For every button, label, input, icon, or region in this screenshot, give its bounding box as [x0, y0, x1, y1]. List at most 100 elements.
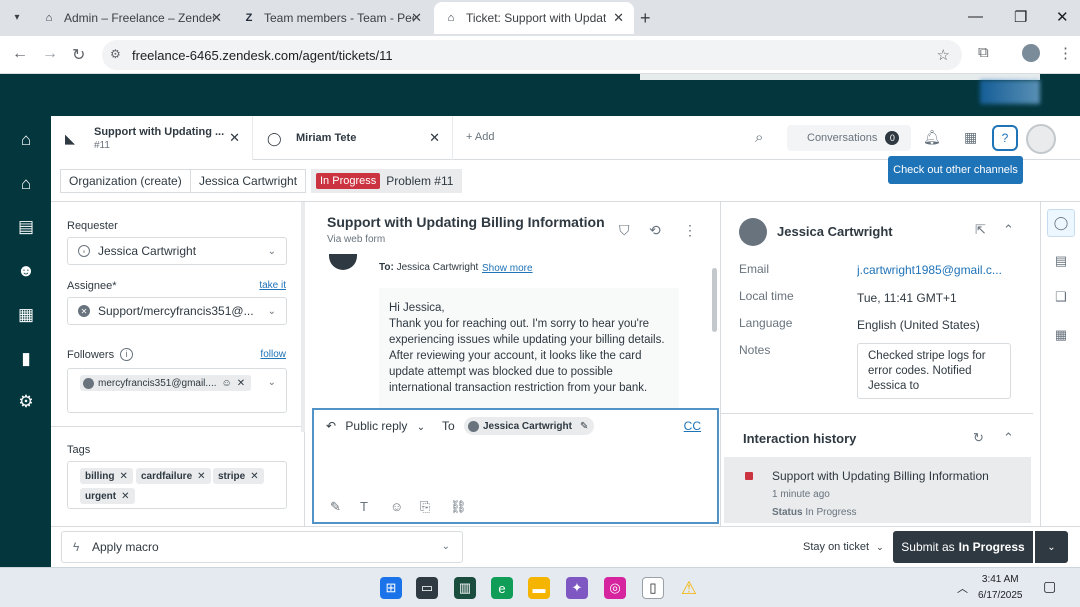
submit-options-button[interactable]: ⌄: [1035, 531, 1068, 563]
task-view-icon[interactable]: ▭: [416, 577, 438, 599]
assignee-select[interactable]: ✕ Support/mercyfrancis351@... ⌄: [67, 297, 287, 325]
close-icon[interactable]: ✕: [429, 130, 440, 146]
filter-icon[interactable]: ⛉: [619, 222, 630, 239]
requester-crumb[interactable]: Jessica Cartwright: [190, 169, 307, 193]
remove-icon[interactable]: ✕: [237, 378, 245, 389]
widgets-icon[interactable]: ▥: [454, 577, 476, 599]
history-item[interactable]: Support with Updating Billing Informatio…: [724, 457, 1031, 523]
conversations-button[interactable]: Conversations 0: [787, 125, 911, 151]
customer-context-icon[interactable]: ◯: [1047, 209, 1075, 237]
back-icon[interactable]: ←: [12, 45, 28, 63]
chevron-up-icon[interactable]: ⌃: [1003, 430, 1014, 446]
recipient-chip[interactable]: Jessica Cartwright ✎: [464, 417, 595, 435]
take-it-link[interactable]: take it: [259, 280, 286, 291]
link-icon[interactable]: ⛓: [450, 499, 467, 515]
close-icon[interactable]: ✕: [411, 10, 422, 26]
home-icon[interactable]: ⌂: [16, 174, 36, 194]
tag-chip[interactable]: billing ✕: [80, 468, 133, 484]
instagram-icon[interactable]: ◎: [604, 577, 626, 599]
remove-icon[interactable]: ✕: [197, 471, 205, 482]
close-icon[interactable]: ✕: [229, 130, 240, 146]
url-field[interactable]: ⚙ freelance-6465.zendesk.com/agent/ticke…: [102, 40, 962, 70]
organizations-icon[interactable]: ▦: [16, 305, 36, 325]
user-tab[interactable]: ◯ Miriam Tete ✕: [253, 116, 453, 160]
attachment-icon[interactable]: ⎘: [420, 499, 430, 515]
clear-icon[interactable]: ✕: [78, 305, 90, 317]
history-icon[interactable]: ⟲: [649, 222, 661, 239]
apps-grid-icon[interactable]: ▦: [1047, 321, 1075, 349]
ticket-tab[interactable]: ◣ Support with Updating ... #11 ✕: [51, 116, 253, 160]
knowledge-icon[interactable]: ▤: [1047, 247, 1075, 275]
tab-search-icon[interactable]: ▾: [6, 6, 28, 28]
new-tab-button[interactable]: +: [640, 8, 651, 29]
close-icon[interactable]: ✕: [211, 10, 222, 26]
scrollbar[interactable]: [301, 202, 305, 432]
admin-gear-icon[interactable]: ⚙: [16, 392, 36, 412]
file-explorer-icon[interactable]: ▬: [528, 577, 550, 599]
notification-center-icon[interactable]: ▢: [1043, 578, 1056, 595]
agent-avatar[interactable]: [1026, 124, 1056, 154]
extensions-icon[interactable]: ⧉: [978, 44, 989, 61]
reply-type-dropdown[interactable]: ↶ Public reply ⌄: [326, 419, 425, 433]
follow-link[interactable]: follow: [260, 349, 286, 360]
forward-icon[interactable]: →: [42, 45, 58, 63]
submit-button[interactable]: Submit as In Progress: [893, 531, 1033, 563]
start-icon[interactable]: ⊞: [380, 577, 402, 599]
more-options-icon[interactable]: ⋮: [683, 222, 697, 239]
chevron-up-icon[interactable]: ︿: [957, 580, 968, 596]
text-format-icon[interactable]: T: [360, 499, 368, 514]
conversations-icon[interactable]: ❑: [1047, 283, 1075, 311]
emoji-icon[interactable]: ☺: [390, 499, 403, 514]
follower-chip[interactable]: mercyfrancis351@gmail.... ☺ ✕: [80, 375, 252, 391]
customers-icon[interactable]: ☻: [16, 261, 36, 281]
bookmark-star-icon[interactable]: ☆: [937, 46, 950, 64]
restore-icon[interactable]: ❐: [1014, 8, 1027, 26]
system-clock[interactable]: 3:41 AM 6/17/2025: [978, 572, 1023, 604]
minimize-icon[interactable]: —: [968, 8, 983, 25]
add-tab-button[interactable]: + Add: [466, 131, 494, 143]
more-menu-icon[interactable]: ⋮: [1058, 44, 1073, 62]
tag-chip[interactable]: cardfailure ✕: [136, 468, 211, 484]
close-window-icon[interactable]: ✕: [1056, 8, 1069, 26]
notepad-icon[interactable]: ▯: [642, 577, 664, 599]
tag-chip[interactable]: stripe ✕: [213, 468, 264, 484]
close-icon[interactable]: ✕: [613, 10, 624, 26]
browser-tab-ticket[interactable]: ⌂ Ticket: Support with Updating Billing …: [434, 2, 634, 34]
compose-icon[interactable]: ✎: [330, 499, 341, 515]
product-tray-icon[interactable]: ▦: [964, 129, 977, 146]
customer-name[interactable]: Jessica Cartwright: [777, 224, 893, 239]
stay-on-ticket-dropdown[interactable]: Stay on ticket ⌄: [803, 541, 884, 553]
browser-tab-team-members[interactable]: Z Team members - Team - People ✕: [232, 2, 432, 34]
remove-icon[interactable]: ✕: [121, 491, 129, 502]
refresh-icon[interactable]: ↻: [973, 430, 984, 446]
info-icon[interactable]: i: [120, 348, 133, 361]
remove-icon[interactable]: ✕: [119, 471, 127, 482]
reload-icon[interactable]: ↻: [72, 45, 85, 65]
views-icon[interactable]: ▤: [16, 217, 36, 237]
app-icon[interactable]: ✦: [566, 577, 588, 599]
reporting-icon[interactable]: ▮: [16, 349, 36, 369]
edge-icon[interactable]: e: [491, 577, 513, 599]
tags-field[interactable]: billing ✕ cardfailure ✕ stripe ✕ urgent ✕: [67, 461, 287, 509]
open-external-icon[interactable]: ⇱: [975, 222, 986, 238]
email-link[interactable]: j.cartwright1985@gmail.c...: [857, 263, 1007, 277]
notifications-bell-icon[interactable]: 🔔︎: [923, 129, 941, 146]
show-more-link[interactable]: Show more: [482, 263, 533, 274]
cc-link[interactable]: CC: [684, 419, 701, 433]
browser-tab-admin[interactable]: ⌂ Admin – Freelance – Zendesk ✕: [32, 2, 232, 34]
zendesk-logo-icon[interactable]: ⌂: [16, 130, 36, 150]
scrollbar[interactable]: [712, 268, 717, 332]
ticket-crumb[interactable]: In Progress Problem #11: [311, 169, 463, 193]
apply-macro-select[interactable]: ϟ Apply macro ⌄: [61, 531, 463, 563]
chevron-up-icon[interactable]: ⌃: [1003, 222, 1014, 238]
chevron-down-icon[interactable]: ⌄: [268, 377, 276, 388]
help-icon[interactable]: ?: [992, 125, 1018, 151]
notes-field[interactable]: Checked stripe logs for error codes. Not…: [857, 343, 1011, 399]
edit-pencil-icon[interactable]: ✎: [580, 421, 588, 432]
warning-icon[interactable]: ⚠: [678, 577, 700, 599]
search-icon[interactable]: ⌕: [755, 129, 763, 146]
remove-icon[interactable]: ✕: [250, 471, 258, 482]
requester-select[interactable]: ◦ Jessica Cartwright ⌄: [67, 237, 287, 265]
profile-avatar[interactable]: [1022, 44, 1040, 62]
organization-crumb[interactable]: Organization (create): [60, 169, 191, 193]
